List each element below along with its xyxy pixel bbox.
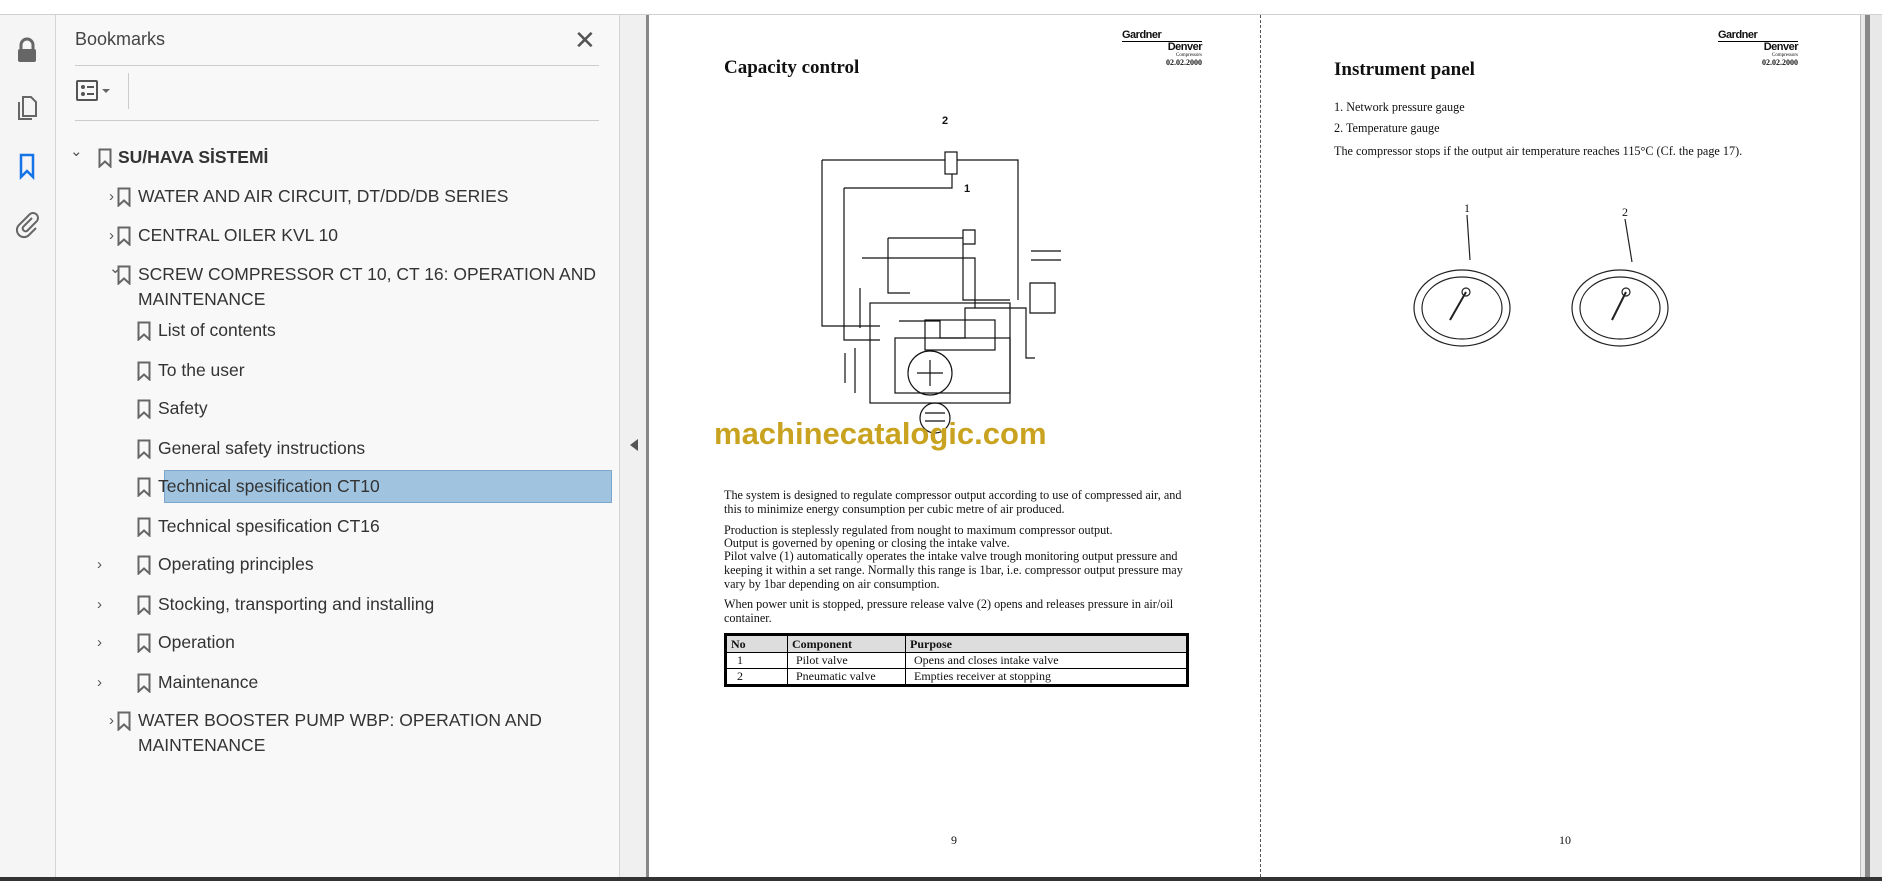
- paragraph: Output is governed by opening or closing…: [724, 536, 1010, 550]
- bookmark-label: WATER BOOSTER PUMP WBP: OPERATION AND: [138, 710, 542, 730]
- page-edge: [646, 15, 649, 877]
- bookmark-flag-icon: [137, 399, 151, 419]
- bookmark-label: List of contents: [158, 320, 276, 340]
- gauge-label: 2: [1622, 205, 1628, 219]
- doc-date: 02.02.2000: [1762, 58, 1798, 67]
- bookmark-label: WATER AND AIR CIRCUIT, DT/DD/DB SERIES: [138, 186, 509, 206]
- table-row: 1 Pilot valve Opens and closes intake valv…: [725, 652, 1188, 669]
- chevron-right-icon[interactable]: ›: [97, 592, 111, 617]
- bookmark-label: Maintenance: [158, 672, 259, 692]
- panel-collapse-strip[interactable]: [620, 15, 648, 877]
- bookmark-label: MAINTENANCE: [138, 735, 266, 755]
- capacity-control-diagram: 2 1: [821, 115, 1061, 434]
- bookmark-label: Technical spesification CT16: [158, 516, 380, 536]
- bookmark-flag-icon: [137, 517, 151, 537]
- bookmark-icon[interactable]: [12, 151, 42, 181]
- divider: [128, 73, 129, 109]
- bookmark-label: SU/HAVA SİSTEMİ: [118, 147, 269, 167]
- chevron-right-icon[interactable]: ›: [97, 630, 111, 655]
- bookmark-flag-icon: [137, 673, 151, 693]
- bookmark-flag-icon: [98, 148, 112, 168]
- vertical-scrollbar[interactable]: [1860, 15, 1882, 877]
- chevron-down-icon[interactable]: ⌄: [70, 139, 84, 164]
- top-toolbar: [0, 0, 1882, 15]
- divider: [75, 120, 599, 121]
- bookmark-flag-icon: [137, 633, 151, 653]
- lock-icon[interactable]: [12, 35, 42, 65]
- divider: [75, 65, 599, 66]
- left-icon-rail: [0, 15, 56, 877]
- bookmark-flag-icon: [117, 265, 131, 285]
- paragraph: Production is steplessly regulated from …: [724, 523, 1113, 537]
- page-title: Capacity control: [724, 57, 860, 78]
- table-row: 2 Pneumatic valve Empties receiver at stop…: [725, 668, 1188, 686]
- bookmark-flag-icon: [117, 187, 131, 207]
- doc-date: 02.02.2000: [1166, 58, 1202, 67]
- attachment-icon[interactable]: [12, 209, 42, 239]
- bookmark-flag-icon: [117, 226, 131, 246]
- diagram-label: 1: [964, 183, 970, 195]
- bookmark-flag-icon: [137, 477, 151, 497]
- list-item: 2. Temperature gauge: [1334, 121, 1440, 135]
- panel-title: Bookmarks: [75, 29, 166, 49]
- bookmark-label: To the user: [158, 360, 245, 380]
- bookmark-flag-icon: [137, 439, 151, 459]
- bookmark-label: CENTRAL OILER KVL 10: [138, 225, 339, 245]
- diagram-label: 2: [942, 115, 948, 127]
- bookmark-flag-icon: [137, 361, 151, 381]
- bookmark-flag-icon: [137, 595, 151, 615]
- page-number: 9: [951, 833, 957, 847]
- paragraph: Pilot valve (1) automatically operates t…: [724, 549, 1183, 591]
- bookmark-label: Technical spesification CT10: [158, 476, 380, 496]
- chevron-right-icon[interactable]: ›: [97, 552, 111, 577]
- gauge-label: 1: [1464, 201, 1470, 215]
- note: The compressor stops if the output air t…: [1334, 144, 1743, 158]
- watermark: machinecatalogic.com: [714, 416, 1047, 451]
- bookmark-label: Stocking, transporting and installing: [158, 594, 435, 614]
- bookmark-flag-icon: [137, 321, 151, 341]
- gardner-denver-logo: Gardner Denver Compressors 02.02.2000: [1718, 29, 1799, 67]
- bookmark-label: General safety instructions: [158, 438, 366, 458]
- bookmark-label: MAINTENANCE: [138, 289, 266, 309]
- component-table: No Component Purpose 1 Pilot valve Opens and…: [724, 633, 1189, 687]
- paragraph: The system is designed to regulate compr…: [724, 488, 1182, 516]
- bookmark-label: Operating principles: [158, 554, 314, 574]
- bookmark-options-button[interactable]: [75, 79, 123, 103]
- page-number: 10: [1559, 833, 1571, 847]
- bookmark-label: Operation: [158, 632, 235, 652]
- bookmark-flag-icon: [137, 555, 151, 575]
- paragraph: When power unit is stopped, pressure rel…: [724, 597, 1174, 625]
- collapse-arrow-icon[interactable]: [628, 438, 640, 452]
- page-title: Instrument panel: [1334, 59, 1475, 80]
- page-separator: [1260, 15, 1261, 877]
- bookmarks-panel: Bookmarks ✕ ⌄ SU/HAVA SİSTEMİ › WATER AND A…: [56, 15, 620, 877]
- pages-icon[interactable]: [12, 93, 42, 123]
- chevron-right-icon[interactable]: ›: [97, 670, 111, 695]
- bottom-edge: [0, 877, 1882, 881]
- scrollbar-thumb[interactable]: [1865, 15, 1870, 877]
- bookmark-label: Safety: [158, 398, 208, 418]
- gardner-denver-logo: Gardner Denver Compressors 02.02.2000: [1122, 29, 1203, 67]
- bookmark-flag-icon: [117, 711, 131, 731]
- close-panel-button[interactable]: ✕: [574, 25, 596, 56]
- list-item: 1. Network pressure gauge: [1334, 100, 1465, 114]
- gauges-illustration: 1 2: [1413, 201, 1669, 347]
- bookmark-label: SCREW COMPRESSOR CT 10, CT 16: OPERATION…: [138, 264, 597, 284]
